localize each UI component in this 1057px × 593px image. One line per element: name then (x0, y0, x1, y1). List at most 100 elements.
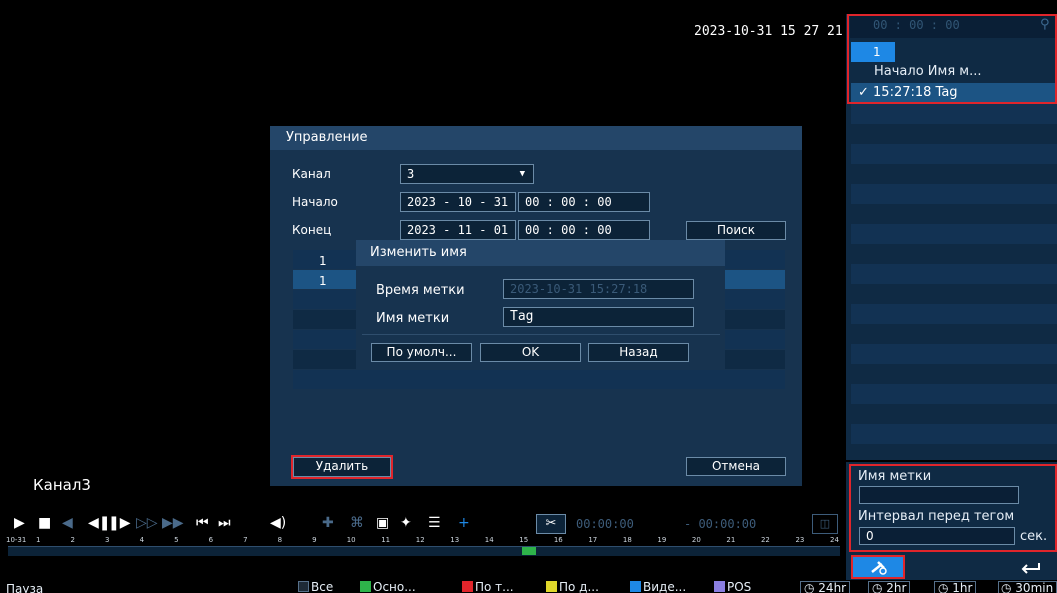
zoom-24hr[interactable]: ◷ 24hr (800, 581, 851, 593)
timeline-hour-tick: 19 (657, 536, 667, 544)
camera-icon[interactable]: ▣ (376, 515, 389, 531)
end-time-field[interactable]: 00 : 00 : 00 (518, 220, 650, 240)
rename-tag-name-input[interactable]: Tag (503, 307, 694, 327)
start-date-field[interactable]: 2023 - 10 - 31 (400, 192, 516, 212)
timeline-hour-tick: 22 (760, 536, 770, 544)
interval-unit: сек. (1020, 529, 1048, 544)
tag-list-icon[interactable]: ☰ (428, 515, 441, 531)
start-label: Начало (292, 195, 338, 209)
tag-time-label: Время метки (376, 283, 465, 298)
timeline-hour-tick: 24 (830, 536, 839, 544)
timeline-hour-tick: 13 (450, 536, 460, 544)
pin-icon[interactable]: ✦ (400, 515, 412, 531)
fast-forward-icon[interactable]: ▶▶ (162, 515, 184, 531)
tag-list-row[interactable] (851, 144, 1057, 164)
save-clip-icon[interactable]: ◫ (812, 514, 838, 534)
timeline-hour-tick: 11 (381, 536, 391, 544)
tag-list-row[interactable] (851, 124, 1057, 144)
add-tag-small-icon[interactable]: + (458, 515, 470, 531)
return-icon (1021, 563, 1040, 574)
filter-label: POS (727, 580, 752, 593)
tag-list-row[interactable] (851, 204, 1057, 224)
scissors-icon[interactable]: ✂ (536, 514, 566, 534)
list-cell: 1 (319, 274, 327, 288)
tag-list-row[interactable] (851, 164, 1057, 184)
cancel-button[interactable]: Отмена (686, 457, 786, 476)
back-dialog-button[interactable]: Назад (588, 343, 689, 362)
timeline-hour-tick: 9 (312, 536, 317, 544)
filter-label: Все (311, 580, 334, 593)
slow-icon[interactable]: ▷▷ (136, 515, 158, 531)
tag-list-row[interactable] (851, 404, 1057, 424)
channel-select[interactable]: 3 ▼ (400, 164, 534, 184)
checkbox-icon (298, 581, 309, 592)
smart-search-icon[interactable]: ⌘ (350, 515, 364, 531)
zoom-1hr[interactable]: ◷ 1hr (934, 581, 977, 593)
tag-list-row[interactable] (851, 224, 1057, 244)
tag-list-row[interactable] (851, 424, 1057, 444)
timeline-hour-tick: 8 (277, 536, 283, 544)
default-button[interactable]: По умолч... (371, 343, 472, 362)
timeline-hour-tick: 12 (415, 536, 425, 544)
zoom-2hr[interactable]: ◷ 2hr (868, 581, 911, 593)
filter-all[interactable]: Все (298, 581, 333, 593)
tag-name-input[interactable] (859, 486, 1019, 504)
checkbox-icon (546, 581, 557, 592)
back-button[interactable] (1007, 556, 1055, 578)
zoom-30min[interactable]: ◷ 30min (998, 581, 1057, 593)
tag-list-row[interactable] (851, 284, 1057, 304)
filter-main[interactable]: Осно... (360, 581, 416, 593)
tag-list-row[interactable] (851, 324, 1057, 344)
tag-list-row[interactable] (851, 304, 1057, 324)
tag-list-row[interactable] (851, 244, 1057, 264)
clip-end-time: - 00:00:00 (684, 517, 757, 531)
timeline-date: 10-31 (6, 536, 27, 544)
timeline-hour-tick: 6 (208, 536, 214, 544)
play-icon[interactable]: ▶ (14, 515, 25, 531)
tag-list-row[interactable] (851, 384, 1057, 404)
timeline-hour-tick: 16 (553, 536, 563, 544)
ok-button[interactable]: OK (480, 343, 581, 362)
end-date-field[interactable]: 2023 - 11 - 01 (400, 220, 516, 240)
timeline-hour-tick: 3 (105, 536, 110, 544)
tag-list-row[interactable] (851, 264, 1057, 284)
zoom-label: 30min (1015, 581, 1054, 593)
reverse-icon[interactable]: ◀ (62, 515, 73, 531)
start-time-field[interactable]: 00 : 00 : 00 (518, 192, 650, 212)
channel-label: Канал (292, 167, 331, 181)
filter-label: Виде... (643, 580, 687, 593)
osd-channel-label: Канал3 (33, 476, 91, 494)
rename-tag-name-label: Имя метки (376, 311, 450, 326)
motion-icon[interactable]: ✚ (322, 515, 334, 531)
search-button[interactable]: Поиск (686, 221, 786, 240)
skip-prev-icon[interactable]: ⏮ (196, 515, 209, 531)
filter-video[interactable]: Виде... (630, 581, 686, 593)
interval-input[interactable]: 0 (859, 527, 1015, 545)
timeline-track[interactable] (8, 546, 840, 556)
timeline-hour-tick: 7 (243, 536, 248, 544)
playback-status: Пауза (6, 582, 44, 593)
filter-event[interactable]: По т... (462, 581, 514, 593)
tag-list-row[interactable] (851, 104, 1057, 124)
timeline-hour-tick: 15 (519, 536, 529, 544)
recording-segment (522, 547, 536, 555)
filter-label: Осно... (373, 580, 416, 593)
checkbox-icon (714, 581, 725, 592)
interval-label: Интервал перед тегом (858, 509, 1015, 524)
tag-time-field: 2023-10-31 15:27:18 (503, 279, 694, 299)
timeline-hour-tick: 14 (484, 536, 494, 544)
timeline-hour-tick: 4 (139, 536, 145, 544)
stop-icon[interactable]: ■ (38, 515, 51, 531)
timeline-hour-tick: 10 (346, 536, 356, 544)
zoom-label: 24hr (818, 581, 847, 593)
filter-motion[interactable]: По д... (546, 581, 599, 593)
skip-next-icon[interactable]: ⏭ (218, 515, 231, 531)
step-forward-icon[interactable]: ❚▶ (108, 515, 131, 531)
tag-list-row[interactable] (851, 184, 1057, 204)
tag-list-row[interactable] (851, 364, 1057, 384)
volume-icon[interactable]: ◀) (270, 515, 286, 531)
end-label: Конец (292, 223, 332, 237)
tag-list-row[interactable] (851, 344, 1057, 364)
filter-pos[interactable]: POS (714, 581, 751, 593)
list-row[interactable] (293, 370, 785, 389)
